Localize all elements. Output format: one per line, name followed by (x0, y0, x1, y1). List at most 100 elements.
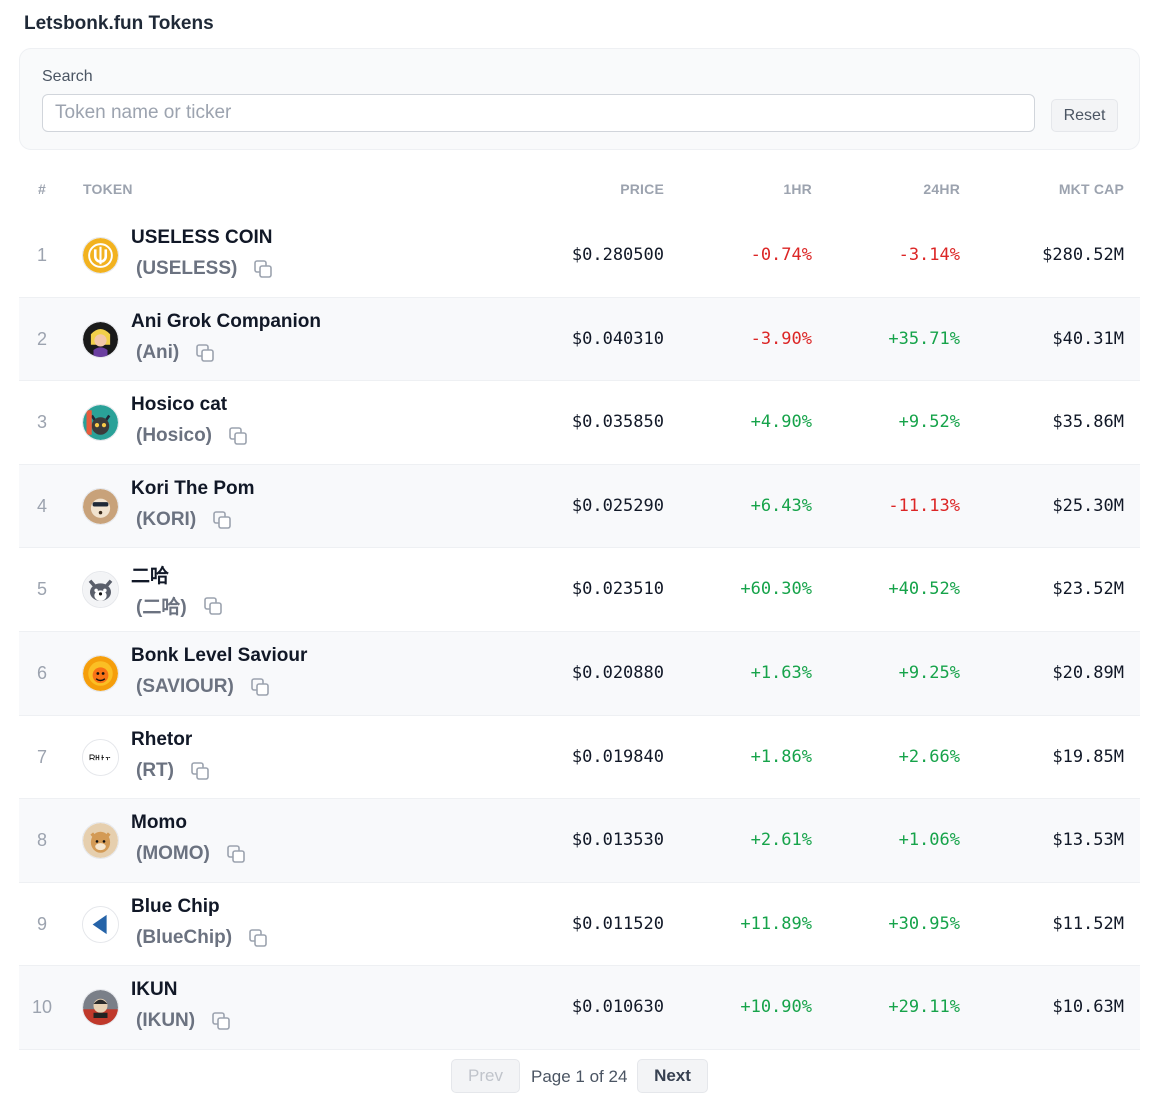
change-1hr: +11.89% (740, 913, 812, 934)
change-24hr: +30.95% (888, 913, 960, 934)
change-24hr: +2.66% (898, 746, 960, 767)
column-header-24hr[interactable]: 24HR (923, 181, 960, 197)
change-1hr: -3.90% (750, 328, 812, 349)
table-row[interactable]: 2 Ani Grok Companion (Ani) $0.040310 -3.90% +… (19, 297, 1140, 382)
table-body: 1 USELESS COIN (USELESS) $0.280500 -0.74% -3.… (19, 214, 1140, 1050)
search-label: Search (42, 68, 93, 85)
token-price: $0.025290 (571, 495, 664, 516)
column-header-token: TOKEN (83, 181, 133, 197)
change-24hr: -3.14% (898, 245, 960, 265)
row-rank: 10 (31, 997, 53, 1018)
token-ticker: (SAVIOUR) (136, 675, 234, 697)
copy-icon[interactable] (190, 761, 210, 781)
token-name[interactable]: Rhetor (131, 729, 192, 751)
ani-logo-icon (82, 320, 119, 358)
token-price: $0.011520 (571, 913, 664, 934)
token-ticker-group: (BlueChip) (136, 927, 268, 949)
token-ticker: (二哈) (136, 597, 187, 619)
table-row[interactable]: 1 USELESS COIN (USELESS) $0.280500 -0.74% -3.… (19, 214, 1140, 298)
bluechip-logo-icon (82, 905, 119, 943)
change-1hr: +1.63% (750, 662, 812, 683)
column-header-rank: # (38, 181, 46, 197)
token-ticker-group: (SAVIOUR) (136, 676, 270, 698)
table-row[interactable]: 8 Momo (MOMO) $0.013530 +2.61% +1.06% $13.53M (19, 799, 1140, 883)
copy-icon[interactable] (203, 596, 223, 616)
copy-icon[interactable] (253, 259, 273, 279)
token-price: $0.020880 (571, 662, 664, 683)
copy-icon[interactable] (211, 1011, 231, 1031)
market-cap: $20.89M (1052, 662, 1124, 683)
row-rank: 1 (36, 245, 47, 265)
token-name[interactable]: Blue Chip (131, 896, 220, 918)
token-name[interactable]: IKUN (131, 979, 177, 1001)
token-name[interactable]: USELESS COIN (131, 227, 272, 249)
token-price: $0.035850 (571, 412, 664, 433)
bonk-saviour-logo-icon (82, 654, 119, 692)
column-header-price[interactable]: PRICE (620, 181, 664, 197)
token-ticker: (KORI) (136, 508, 197, 530)
token-name[interactable]: Kori The Pom (131, 478, 255, 500)
market-cap: $25.30M (1052, 495, 1124, 516)
token-ticker: (IKUN) (136, 1010, 196, 1032)
useless-coin-logo-icon (82, 237, 119, 274)
market-cap: $40.31M (1052, 328, 1124, 349)
husky-logo-icon (82, 571, 119, 609)
copy-icon[interactable] (226, 844, 246, 864)
copy-icon[interactable] (195, 343, 215, 363)
table-row[interactable]: 5 二哈 (二哈) $0.023510 +60.30% +40.52% $23.52M (19, 548, 1140, 632)
change-24hr: +1.06% (898, 830, 960, 851)
change-24hr: -11.13% (888, 495, 960, 516)
copy-icon[interactable] (248, 928, 268, 948)
column-header-mkt-cap[interactable]: MKT CAP (1059, 181, 1124, 197)
table-header: # TOKEN PRICE 1HR 24HR MKT CAP (19, 172, 1140, 214)
kori-logo-icon (82, 487, 119, 525)
change-1hr: +4.90% (750, 412, 812, 433)
copy-icon[interactable] (228, 426, 248, 446)
table-row[interactable]: 3 Hosico cat (Hosico) $0.035850 +4.90% +9.52%… (19, 381, 1140, 465)
tokens-table: # TOKEN PRICE 1HR 24HR MKT CAP 1 USELESS … (19, 172, 1140, 1050)
token-ticker-group: (Ani) (136, 342, 215, 364)
market-cap: $280.52M (1042, 245, 1124, 265)
market-cap: $11.52M (1052, 913, 1124, 934)
row-rank: 9 (36, 913, 47, 934)
change-24hr: +40.52% (888, 579, 960, 600)
token-price: $0.010630 (571, 997, 664, 1018)
token-name[interactable]: Hosico cat (131, 394, 227, 416)
row-rank: 3 (36, 412, 47, 433)
table-row[interactable]: 4 Kori The Pom (KORI) $0.025290 +6.43% -11.13… (19, 464, 1140, 549)
token-ticker-group: (MOMO) (136, 843, 246, 865)
change-24hr: +9.52% (898, 412, 960, 433)
token-name[interactable]: 二哈 (131, 561, 169, 588)
token-ticker: (MOMO) (136, 843, 210, 865)
table-row[interactable]: 7 Rhetor (RT) $0.019840 +1.86% +2.66% $19.85M (19, 715, 1140, 800)
column-header-1hr[interactable]: 1HR (783, 181, 812, 197)
pagination: Prev Page 1 of 24 Next (0, 1059, 1162, 1095)
token-ticker-group: (KORI) (136, 509, 232, 531)
token-price: $0.019840 (571, 746, 664, 767)
change-1hr: +10.90% (740, 997, 812, 1018)
change-1hr: +2.61% (750, 830, 812, 851)
change-1hr: +1.86% (750, 746, 812, 767)
table-row[interactable]: 9 Blue Chip (BlueChip) $0.011520 +11.89% +30.… (19, 882, 1140, 967)
token-name[interactable]: Bonk Level Saviour (131, 645, 307, 667)
market-cap: $35.86M (1052, 412, 1124, 433)
search-input[interactable] (42, 94, 1035, 132)
page-indicator: Page 1 of 24 (531, 1067, 628, 1086)
rhetor-logo-icon (82, 738, 119, 776)
token-ticker: (Ani) (136, 341, 180, 363)
prev-page-button[interactable]: Prev (451, 1059, 520, 1093)
market-cap: $13.53M (1052, 830, 1124, 851)
next-page-button[interactable]: Next (637, 1059, 708, 1093)
market-cap: $10.63M (1052, 997, 1124, 1018)
token-name[interactable]: Momo (131, 812, 187, 834)
reset-button[interactable]: Reset (1051, 99, 1118, 132)
token-price: $0.023510 (571, 579, 664, 600)
change-24hr: +35.71% (888, 328, 960, 349)
token-ticker-group: (RT) (136, 760, 210, 782)
table-row[interactable]: 6 Bonk Level Saviour (SAVIOUR) $0.020880 +1.… (19, 631, 1140, 716)
table-row[interactable]: 10 IKUN (IKUN) $0.010630 +10.90% +29.11% $10.6… (19, 966, 1140, 1050)
ikun-logo-icon (82, 989, 119, 1027)
token-name[interactable]: Ani Grok Companion (131, 311, 321, 333)
copy-icon[interactable] (250, 677, 270, 697)
copy-icon[interactable] (212, 510, 232, 530)
